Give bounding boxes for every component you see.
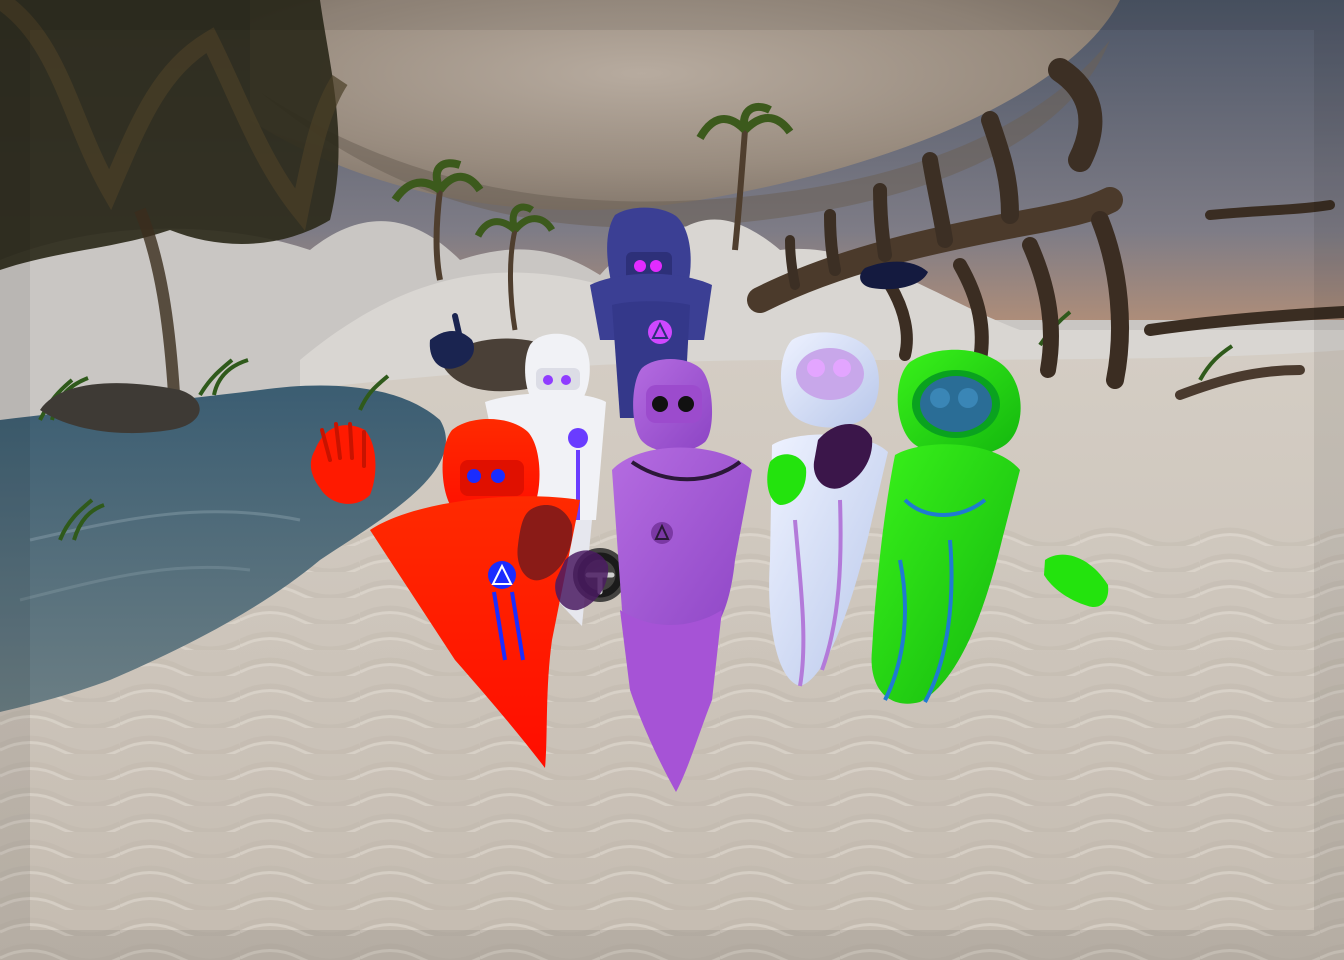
scene-canvas [0,0,1344,960]
foreground-tree [0,0,339,270]
vr-beach-scene [0,0,1344,960]
